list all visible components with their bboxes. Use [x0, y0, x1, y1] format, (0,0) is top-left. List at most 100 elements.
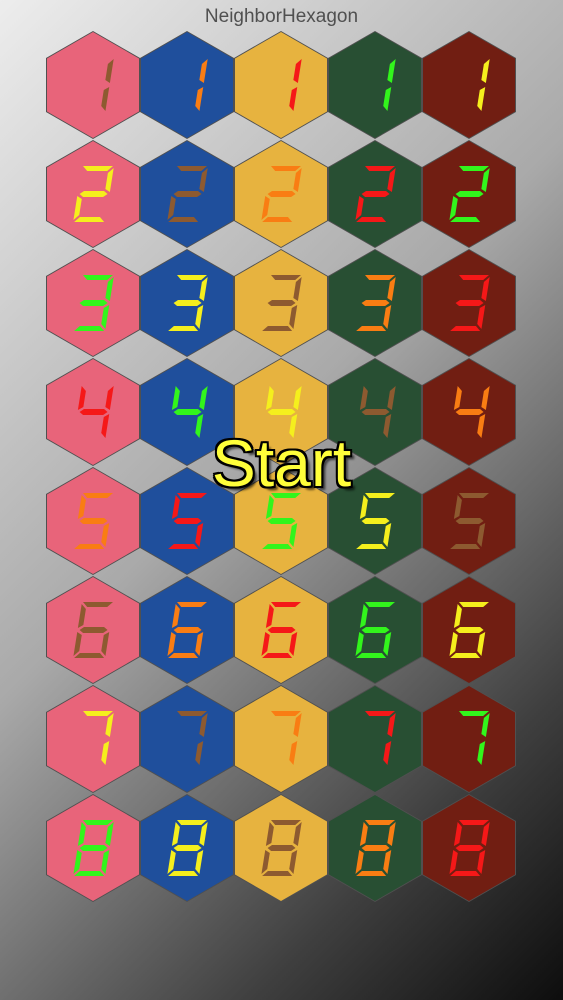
digit-segment [359, 386, 368, 410]
digit-segment [177, 166, 207, 171]
digit-segment [168, 871, 199, 876]
digit-segment [105, 822, 114, 846]
digit-segment [293, 59, 302, 83]
digit-segment [199, 713, 208, 737]
hex-tile[interactable] [234, 140, 328, 248]
digit-segment [455, 300, 484, 306]
digit-segment [356, 544, 387, 549]
hex-tile[interactable] [234, 576, 328, 684]
hex-tile[interactable] [140, 794, 234, 902]
hex-tile[interactable] [422, 576, 516, 684]
digit-segment [73, 850, 82, 874]
digit-segment [481, 277, 490, 301]
hex-tile[interactable] [234, 794, 328, 902]
digit-segment [265, 386, 274, 410]
digit-segment [74, 544, 105, 549]
seven-segment-digit [261, 820, 302, 876]
seven-segment-digit [167, 602, 207, 658]
digit-segment [262, 871, 293, 876]
seven-segment-digit [355, 602, 395, 658]
digit-segment [79, 409, 108, 415]
digit-segment [168, 544, 199, 549]
digit-segment [365, 711, 395, 716]
digit-segment [355, 850, 364, 874]
hex-tile[interactable] [140, 576, 234, 684]
digit-segment [195, 632, 204, 656]
digit-segment [101, 850, 110, 874]
digit-segment [481, 713, 490, 737]
hex-tile[interactable] [140, 31, 234, 139]
seven-segment-digit [101, 59, 114, 111]
digit-segment [450, 544, 481, 549]
digit-segment [289, 632, 298, 656]
seven-segment-digit [450, 275, 490, 331]
digit-segment [267, 191, 296, 197]
digit-segment [383, 632, 392, 656]
hex-tile[interactable] [46, 249, 140, 357]
digit-segment [262, 326, 293, 331]
digit-segment [289, 741, 298, 765]
hex-tile[interactable] [422, 140, 516, 248]
hex-tile[interactable] [234, 249, 328, 357]
start-button[interactable]: Start [0, 425, 563, 501]
digit-segment [450, 653, 481, 658]
digit-segment [293, 822, 302, 846]
hex-tile[interactable] [422, 685, 516, 793]
digit-segment [105, 277, 114, 301]
seven-segment-digit [73, 166, 114, 222]
hex-tile[interactable] [46, 576, 140, 684]
digit-segment [199, 59, 208, 83]
seven-segment-digit [83, 711, 114, 765]
digit-segment [267, 518, 296, 524]
seven-segment-digit [356, 493, 395, 549]
seven-segment-digit [168, 275, 208, 331]
digit-segment [455, 191, 484, 197]
hex-tile[interactable] [46, 140, 140, 248]
digit-segment [195, 305, 204, 329]
digit-segment [449, 632, 458, 656]
digit-segment [267, 409, 296, 415]
hex-tile[interactable] [140, 140, 234, 248]
digit-segment [262, 217, 293, 222]
hex-tile[interactable] [328, 685, 422, 793]
digit-segment [356, 871, 387, 876]
seven-segment-digit [271, 711, 302, 765]
hex-tile[interactable] [328, 140, 422, 248]
digit-segment [359, 822, 368, 846]
hex-tile[interactable] [328, 576, 422, 684]
hex-tile[interactable] [328, 794, 422, 902]
hex-tile[interactable] [422, 31, 516, 139]
digit-segment [453, 822, 462, 846]
hex-tile[interactable] [46, 794, 140, 902]
hex-tile[interactable] [422, 249, 516, 357]
digit-segment [173, 518, 202, 524]
hex-tile[interactable] [46, 31, 140, 139]
digit-segment [173, 300, 202, 306]
digit-segment [79, 300, 108, 306]
seven-segment-digit [365, 711, 396, 765]
hex-tile[interactable] [328, 249, 422, 357]
hex-tile[interactable] [234, 31, 328, 139]
hex-tile[interactable] [422, 794, 516, 902]
hex-tile[interactable] [140, 249, 234, 357]
seven-segment-digit [262, 275, 302, 331]
hex-tile[interactable] [46, 685, 140, 793]
digit-segment [293, 713, 302, 737]
digit-segment [199, 168, 208, 192]
digit-segment [195, 87, 204, 111]
digit-segment [105, 59, 114, 83]
hex-tile[interactable] [328, 31, 422, 139]
digit-segment [477, 632, 486, 656]
digit-segment [361, 191, 390, 197]
seven-segment-digit [356, 275, 396, 331]
digit-segment [83, 275, 113, 280]
hex-tile[interactable] [234, 685, 328, 793]
digit-segment [83, 711, 113, 716]
digit-segment [167, 850, 176, 874]
digit-segment [361, 518, 390, 524]
hex-tile[interactable] [140, 685, 234, 793]
digit-segment [293, 168, 302, 192]
digit-segment [383, 523, 392, 547]
digit-segment [168, 326, 199, 331]
digit-segment [387, 59, 396, 83]
